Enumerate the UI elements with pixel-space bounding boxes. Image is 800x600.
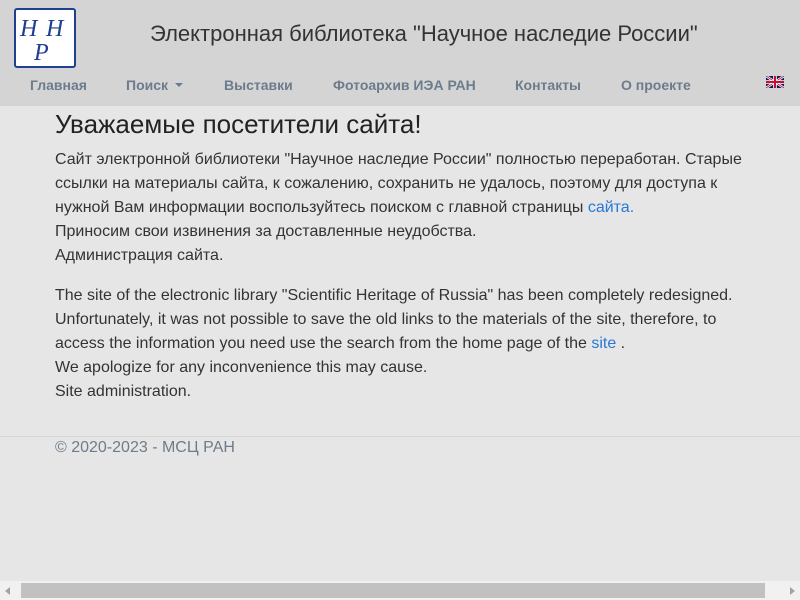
scrollbar-thumb[interactable] bbox=[21, 583, 765, 598]
notice-en-line-1: The site of the electronic library "Scie… bbox=[55, 287, 733, 304]
logo-monogram-icon: Н Н Р bbox=[19, 16, 65, 66]
chevron-down-icon bbox=[175, 83, 184, 87]
nav-item-search-label: Поиск bbox=[126, 77, 169, 93]
main-content: Уважаемые посетители сайта! Сайт электро… bbox=[55, 108, 755, 404]
scroll-left-button[interactable] bbox=[0, 581, 17, 600]
arrow-left-icon bbox=[5, 587, 10, 595]
site-title: Электронная библиотека "Научное наследие… bbox=[150, 21, 698, 46]
notice-en-line-2: Unfortunately, it was not possible to sa… bbox=[55, 311, 717, 328]
notice-ru-line-4: Приносим свои извинения за доставленные … bbox=[55, 223, 477, 240]
footer-divider bbox=[0, 436, 800, 437]
site-header: Н Н Р Электронная библиотека "Научное на… bbox=[0, 0, 800, 106]
svg-text:Н: Н bbox=[19, 16, 39, 42]
notice-ru-line-3-text: нужной Вам информации воспользуйтесь пои… bbox=[55, 199, 588, 216]
notice-en-line-3: access the information you need use the … bbox=[55, 332, 755, 356]
notice-en-line-4: We apologize for any inconvenience this … bbox=[55, 359, 428, 376]
notice-en-line-5: Site administration. bbox=[55, 383, 192, 400]
notice-ru-line-2: ссылки на материалы сайта, к сожалению, … bbox=[55, 175, 718, 192]
site-logo[interactable]: Н Н Р bbox=[14, 8, 76, 68]
arrow-right-icon bbox=[790, 587, 795, 595]
footer-copyright: © 2020-2023 - МСЦ РАН bbox=[55, 439, 235, 456]
nav-item-search[interactable]: Поиск bbox=[126, 77, 184, 93]
svg-text:Н: Н bbox=[45, 16, 65, 42]
nav-item-photo-archive[interactable]: Фотоархив ИЭА РАН bbox=[333, 77, 476, 93]
notice-ru-line-3: нужной Вам информации воспользуйтесь пои… bbox=[55, 196, 755, 220]
uk-flag-icon[interactable] bbox=[765, 75, 785, 89]
home-link-ru-period: . bbox=[629, 199, 635, 216]
scroll-right-button[interactable] bbox=[783, 581, 800, 600]
page: Н Н Р Электронная библиотека "Научное на… bbox=[0, 0, 800, 600]
notice-ru-line-1: Сайт электронной библиотеки "Научное нас… bbox=[55, 151, 742, 168]
notice-ru-line-5: Администрация сайта. bbox=[55, 247, 224, 264]
nav-item-contacts[interactable]: Контакты bbox=[515, 77, 581, 93]
notice-en-line-3-text: access the information you need use the … bbox=[55, 335, 592, 352]
nav-item-home[interactable]: Главная bbox=[30, 77, 87, 93]
notice-english: The site of the electronic library "Scie… bbox=[55, 284, 755, 404]
home-link-ru[interactable]: сайта bbox=[588, 199, 630, 216]
horizontal-scrollbar[interactable] bbox=[0, 581, 800, 600]
home-link-en[interactable]: site bbox=[591, 335, 616, 352]
page-title: Уважаемые посетители сайта! bbox=[55, 109, 422, 139]
nav-item-about[interactable]: О проекте bbox=[621, 77, 691, 93]
main-nav: Главная Поиск Выставки Фотоархив ИЭА РАН… bbox=[0, 74, 760, 100]
nav-item-exhibitions[interactable]: Выставки bbox=[224, 77, 293, 93]
notice-russian: Сайт электронной библиотеки "Научное нас… bbox=[55, 148, 755, 268]
home-link-en-period: . bbox=[616, 335, 626, 352]
svg-text:Р: Р bbox=[33, 40, 49, 66]
